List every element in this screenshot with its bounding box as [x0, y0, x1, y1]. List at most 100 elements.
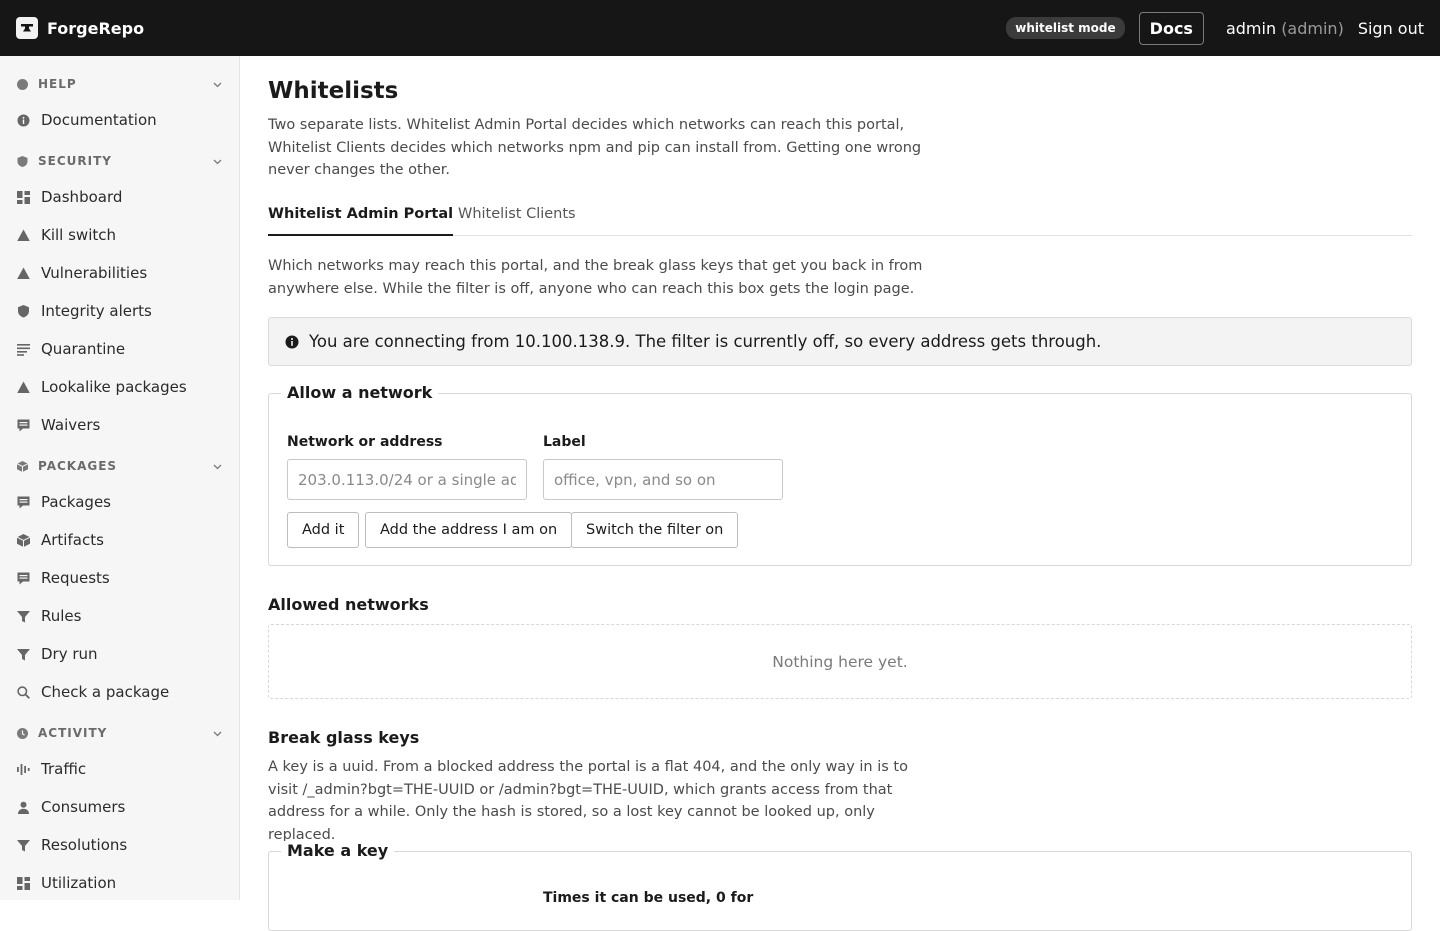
sidebar-item-lookalike-packages[interactable]: Lookalike packages: [17, 374, 222, 400]
sidebar-item-label: Consumers: [41, 798, 126, 816]
network-label: Network or address: [287, 434, 443, 450]
add-my-address-button[interactable]: Add the address I am on: [365, 512, 573, 548]
sidebar-item-label: Check a package: [41, 683, 170, 701]
shield-icon: [17, 155, 28, 167]
tab-whitelist-admin-portal[interactable]: Whitelist Admin Portal: [268, 206, 454, 236]
sidebar-section-security[interactable]: SECURITY: [17, 151, 222, 171]
comment-icon: [17, 496, 30, 509]
notice-text: You are connecting from 10.100.138.9. Th…: [309, 332, 1102, 351]
search-icon: [17, 685, 30, 699]
sidebar-item-dry-run[interactable]: Dry run: [17, 641, 222, 667]
tab-description: Which networks may reach this portal, an…: [268, 258, 923, 297]
sidebar-item-dashboard[interactable]: Dashboard: [17, 184, 222, 210]
label-label: Label: [543, 434, 586, 450]
info-icon: [17, 114, 30, 127]
docs-button[interactable]: Docs: [1138, 11, 1204, 45]
sidebar-item-traffic[interactable]: Traffic: [17, 756, 222, 782]
allowed-networks-title: Allowed networks: [268, 595, 429, 614]
make-key-legend: Make a key: [281, 841, 395, 860]
sidebar-item-artifacts[interactable]: Artifacts: [17, 527, 222, 553]
break-glass-keys-description: A key is a uuid. From a blocked address …: [268, 759, 908, 843]
make-key-form: Make a key Times it can be used, 0 for: [268, 841, 1412, 931]
box-icon: [17, 533, 30, 547]
whitelist-mode-badge: whitelist mode: [1006, 17, 1125, 39]
sidebar-item-rules[interactable]: Rules: [17, 603, 222, 629]
activity-bars-icon: [17, 763, 30, 776]
sidebar-item-label: Dry run: [41, 645, 98, 663]
section-title: PACKAGES: [38, 459, 118, 473]
times-used-label: Times it can be used, 0 for: [543, 890, 754, 906]
brand[interactable]: ForgeRepo: [16, 17, 144, 39]
sidebar-item-integrity-alerts[interactable]: Integrity alerts: [17, 298, 222, 324]
user-role: (admin): [1281, 18, 1344, 38]
sidebar-item-label: Quarantine: [41, 340, 126, 358]
sidebar-item-documentation[interactable]: Documentation: [17, 107, 222, 133]
info-icon: [285, 335, 299, 349]
chevron-down-icon: [213, 77, 222, 91]
connection-notice: You are connecting from 10.100.138.9. Th…: [268, 317, 1412, 366]
box-icon: [16, 460, 29, 472]
warning-triangle-icon: [17, 381, 30, 394]
comment-icon: [17, 419, 30, 432]
tab-whitelist-clients[interactable]: Whitelist Clients: [458, 206, 576, 236]
filter-icon: [17, 610, 30, 623]
user-menu[interactable]: admin (admin): [1226, 19, 1344, 38]
help-circle-icon: [17, 78, 28, 90]
sidebar-item-label: Waivers: [41, 416, 101, 434]
sidebar-item-label: Packages: [41, 493, 111, 511]
sidebar-item-label: Documentation: [41, 111, 157, 129]
allow-network-legend: Allow a network: [281, 383, 439, 402]
allowed-networks-empty: Nothing here yet.: [268, 624, 1412, 699]
sidebar-item-label: Requests: [41, 569, 110, 587]
chevron-down-icon: [213, 726, 222, 740]
label-input[interactable]: [543, 459, 783, 500]
sidebar-section-help[interactable]: HELP: [17, 74, 222, 94]
page-intro: Two separate lists. Whitelist Admin Port…: [268, 117, 922, 178]
sign-out-link[interactable]: Sign out: [1358, 19, 1424, 38]
sidebar-item-waivers[interactable]: Waivers: [17, 412, 222, 438]
sidebar-section-activity[interactable]: ACTIVITY: [17, 723, 222, 743]
sidebar-item-label: Rules: [41, 607, 82, 625]
top-bar: ForgeRepo whitelist mode Docs admin (adm…: [0, 0, 1440, 56]
chevron-down-icon: [213, 154, 222, 168]
sidebar-item-label: Utilization: [41, 874, 117, 892]
section-title: HELP: [38, 77, 77, 91]
sidebar-item-utilization[interactable]: Utilization: [17, 870, 222, 896]
page-title: Whitelists: [268, 78, 399, 104]
filter-icon: [17, 648, 30, 661]
sidebar-item-label: Vulnerabilities: [41, 264, 148, 282]
sidebar-item-kill-switch[interactable]: Kill switch: [17, 222, 222, 248]
sidebar-item-quarantine[interactable]: Quarantine: [17, 336, 222, 362]
sidebar-section-packages[interactable]: PACKAGES: [16, 456, 222, 476]
chevron-down-icon: [213, 459, 222, 473]
shield-icon: [17, 304, 30, 318]
dashboard-grid-icon: [17, 876, 30, 890]
sidebar-item-check-package[interactable]: Check a package: [17, 679, 222, 705]
user-icon: [17, 801, 30, 814]
allow-network-form: Allow a network Network or address Label…: [268, 383, 1412, 566]
anvil-logo-icon: [16, 17, 38, 39]
sidebar-item-vulnerabilities[interactable]: Vulnerabilities: [17, 260, 222, 286]
sidebar: HELP Documentation SECURITY Dashboard Ki…: [0, 56, 240, 900]
comment-icon: [17, 572, 30, 585]
break-glass-keys-title: Break glass keys: [268, 728, 420, 747]
list-lines-icon: [17, 343, 30, 356]
section-title: SECURITY: [38, 154, 112, 168]
tab-bar: Whitelist Admin Portal Whitelist Clients: [268, 202, 1412, 236]
sidebar-item-label: Artifacts: [41, 531, 104, 549]
warning-triangle-icon: [17, 267, 30, 280]
brand-name: ForgeRepo: [47, 18, 145, 38]
warning-triangle-icon: [17, 229, 30, 242]
sidebar-item-label: Resolutions: [41, 836, 128, 854]
switch-filter-on-button[interactable]: Switch the filter on: [571, 512, 739, 548]
sidebar-item-label: Kill switch: [41, 226, 116, 244]
sidebar-item-packages[interactable]: Packages: [17, 489, 222, 515]
network-input[interactable]: [287, 459, 527, 500]
section-title: ACTIVITY: [38, 726, 108, 740]
add-it-button[interactable]: Add it: [287, 512, 360, 548]
sidebar-item-resolutions[interactable]: Resolutions: [17, 832, 222, 858]
sidebar-item-requests[interactable]: Requests: [17, 565, 222, 591]
sidebar-item-consumers[interactable]: Consumers: [17, 794, 222, 820]
sidebar-item-label: Dashboard: [41, 188, 123, 206]
dashboard-grid-icon: [17, 190, 30, 204]
